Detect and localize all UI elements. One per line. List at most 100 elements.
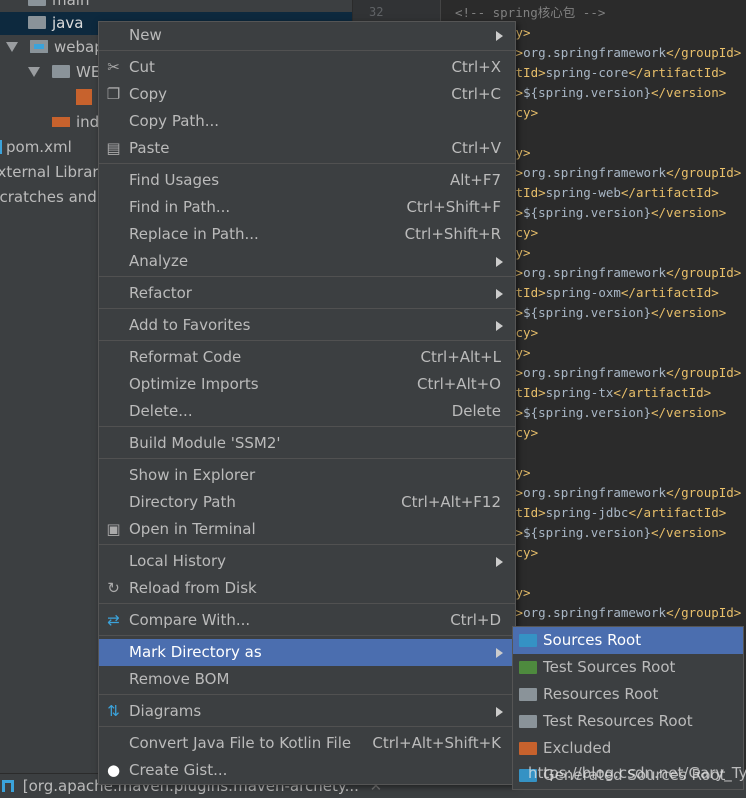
code-token: ${spring.version} (523, 405, 651, 420)
code-line: ctId>spring-core</artifactId> (508, 63, 726, 83)
submenu-arrow-icon (496, 289, 503, 299)
menu-item-copy-path[interactable]: Copy Path... (99, 108, 515, 135)
submenu-item-test-sources-root[interactable]: Test Sources Root (513, 654, 743, 681)
code-token: </artifactId> (628, 65, 727, 80)
submenu-item-excluded[interactable]: Excluded (513, 735, 743, 762)
code-token: </version> (651, 525, 727, 540)
shortcut-label: Ctrl+Shift+F (406, 198, 501, 216)
code-comment: <!-- spring核心包 --> (455, 5, 606, 20)
clipboard-icon: ▤ (106, 139, 121, 157)
code-token: org.springframework (523, 265, 667, 280)
shortcut-label: Ctrl+Alt+L (420, 348, 502, 366)
code-token: </groupId> (666, 165, 742, 180)
menu-item-remove-bom[interactable]: Remove BOM (99, 666, 515, 693)
menu-item-label: Optimize Imports (129, 375, 259, 393)
submenu-item-sources-root[interactable]: Sources Root (513, 627, 743, 654)
menu-item-reload-from-disk[interactable]: ↻ Reload from Disk (99, 575, 515, 602)
code-token: org.springframework (523, 605, 667, 620)
menu-item-label: Open in Terminal (129, 520, 256, 538)
code-token: </groupId> (666, 485, 742, 500)
xml-file-icon (76, 89, 92, 105)
tree-label: pom.xml (6, 138, 72, 156)
menu-item-compare-with[interactable]: ⇄ Compare With... Ctrl+D (99, 607, 515, 634)
menu-item-optimize-imports[interactable]: Optimize Imports Ctrl+Alt+O (99, 371, 515, 398)
menu-item-add-to-favorites[interactable]: Add to Favorites (99, 312, 515, 339)
shortcut-label: Alt+F7 (449, 171, 501, 189)
code-line: d>org.springframework</groupId> (508, 603, 741, 623)
submenu-item-resources-root[interactable]: Resources Root (513, 681, 743, 708)
copy-icon: ❐ (106, 85, 121, 103)
menu-item-label: Paste (129, 139, 170, 157)
code-token: org.springframework (523, 165, 667, 180)
code-token: </artifactId> (628, 505, 727, 520)
menu-item-reformat-code[interactable]: Reformat Code Ctrl+Alt+L (99, 344, 515, 371)
code-line: n>${spring.version}</version> (508, 523, 726, 543)
menu-item-label: Copy Path... (129, 112, 220, 130)
menu-item-convert-java-file-to-kotlin-file[interactable]: Convert Java File to Kotlin File Ctrl+Alt… (99, 730, 515, 757)
reload-icon: ↻ (107, 579, 120, 597)
code-token: org.springframework (523, 485, 667, 500)
shortcut-label: Ctrl+Alt+O (417, 375, 501, 393)
line-number: 32 (369, 5, 384, 19)
maven-icon (2, 780, 14, 792)
shortcut-label: Ctrl+C (451, 85, 501, 103)
code-token: </version> (651, 205, 727, 220)
shortcut-label: Ctrl+Alt+F12 (401, 493, 501, 511)
menu-item-create-gist[interactable]: ● Create Gist... (99, 757, 515, 784)
code-token: spring-tx (545, 385, 614, 400)
menu-item-label: Find Usages (129, 171, 220, 189)
folder-icon (519, 634, 537, 647)
code-token: ${spring.version} (523, 205, 651, 220)
menu-item-find-usages[interactable]: Find Usages Alt+F7 (99, 167, 515, 194)
menu-item-replace-in-path[interactable]: Replace in Path... Ctrl+Shift+R (99, 221, 515, 248)
menu-item-diagrams[interactable]: ⇅ Diagrams (99, 698, 515, 725)
tree-item-main[interactable]: main (28, 0, 89, 11)
menu-item-label: Directory Path (129, 493, 236, 511)
folder-icon (519, 688, 537, 701)
submenu-item-label: Sources Root (543, 631, 642, 649)
expand-arrow-icon[interactable] (6, 42, 18, 52)
code-line: d>org.springframework</groupId> (508, 43, 741, 63)
code-token: </groupId> (666, 605, 742, 620)
menu-item-show-in-explorer[interactable]: Show in Explorer (99, 462, 515, 489)
menu-item-label: Analyze (129, 252, 189, 270)
folder-icon (519, 715, 537, 728)
menu-item-cut[interactable]: ✂ Cut Ctrl+X (99, 54, 515, 81)
code-line: d>org.springframework</groupId> (508, 483, 741, 503)
code-token: </groupId> (666, 265, 742, 280)
menu-item-mark-directory-as[interactable]: Mark Directory as (99, 639, 515, 666)
expand-arrow-icon[interactable] (28, 67, 40, 77)
menu-item-paste[interactable]: ▤ Paste Ctrl+V (99, 135, 515, 162)
menu-item-refactor[interactable]: Refactor (99, 280, 515, 307)
menu-item-label: Convert Java File to Kotlin File (129, 734, 352, 752)
tree-item-java[interactable]: java (28, 12, 83, 34)
tree-item-web-xml[interactable] (76, 86, 92, 108)
code-token: org.springframework (523, 45, 667, 60)
submenu-item-label: Excluded (543, 739, 612, 757)
submenu-item-test-resources-root[interactable]: Test Resources Root (513, 708, 743, 735)
menu-item-label: Copy (129, 85, 168, 103)
folder-icon (52, 65, 70, 78)
submenu-item-label: Test Sources Root (543, 658, 676, 676)
jsp-file-icon (52, 117, 70, 127)
menu-item-delete[interactable]: Delete... Delete (99, 398, 515, 425)
menu-item-find-in-path[interactable]: Find in Path... Ctrl+Shift+F (99, 194, 515, 221)
code-line: d>org.springframework</groupId> (508, 163, 741, 183)
menu-item-copy[interactable]: ❐ Copy Ctrl+C (99, 81, 515, 108)
submenu-arrow-icon (496, 257, 503, 267)
menu-item-directory-path[interactable]: Directory Path Ctrl+Alt+F12 (99, 489, 515, 516)
code-token: </groupId> (666, 45, 742, 60)
code-token: </groupId> (666, 365, 742, 380)
menu-item-local-history[interactable]: Local History (99, 548, 515, 575)
menu-item-build-module-ssm2[interactable]: Build Module 'SSM2' (99, 430, 515, 457)
menu-item-label: Find in Path... (129, 198, 231, 216)
menu-item-label: Diagrams (129, 702, 202, 720)
menu-item-open-in-terminal[interactable]: ▣ Open in Terminal (99, 516, 515, 543)
code-line: <!-- spring核心包 --> (455, 3, 605, 23)
tree-label: main (52, 0, 90, 9)
menu-item-label: Mark Directory as (129, 643, 262, 661)
web-folder-icon (30, 40, 48, 53)
menu-item-analyze[interactable]: Analyze (99, 248, 515, 275)
menu-item-new[interactable]: New (99, 22, 515, 49)
tree-item-pom[interactable]: pom.xml (0, 136, 72, 158)
